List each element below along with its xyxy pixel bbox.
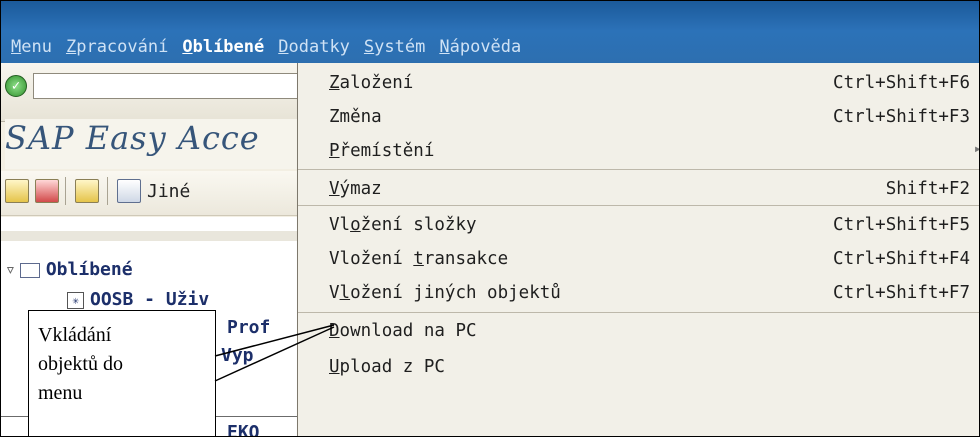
menu-menu[interactable]: Menu	[11, 37, 52, 57]
tree-folder-favorites[interactable]: ▿ Oblíbené	[5, 259, 133, 280]
menu-item-shortcut: Ctrl+Shift+F4	[833, 249, 970, 269]
menu-zpracovani[interactable]: Zpracování	[66, 37, 168, 57]
hierarchy-icon[interactable]	[117, 179, 141, 203]
menu-item-shortcut: Ctrl+Shift+F6	[833, 73, 970, 93]
menu-item-label: Upload z PC	[329, 357, 445, 377]
toolbar-separator	[65, 177, 66, 205]
tree-item-transaction[interactable]: EKO	[227, 422, 260, 436]
tree-item-transaction[interactable]: Vyp	[221, 345, 254, 366]
menu-item-label: Vložení transakce	[329, 249, 509, 269]
tree-folder-label: Oblíbené	[45, 259, 133, 280]
menu-item-label: Změna	[329, 107, 382, 127]
menu-item[interactable]: Vložení složky Ctrl+Shift+F5	[298, 209, 979, 243]
menu-item-shortcut: Ctrl+Shift+F3	[833, 107, 970, 127]
menu-item[interactable]: Download na PC	[298, 315, 979, 349]
menu-item-label: Výmaz	[329, 179, 382, 199]
folder-icon	[19, 262, 40, 278]
menu-item-label: Vložení složky	[329, 215, 477, 235]
menu-item[interactable]: Výmaz Shift+F2	[298, 173, 979, 207]
menu-oblibene[interactable]: Oblíbené	[182, 37, 264, 57]
transaction-icon: ✳	[67, 291, 84, 309]
menu-item[interactable]: Přemístění ▸	[298, 135, 979, 169]
collapse-icon[interactable]: ▿	[5, 259, 16, 280]
callout-line-1: Vkládání	[38, 324, 112, 346]
menu-separator	[298, 169, 979, 170]
page-title: SAP Easy Acce	[5, 119, 305, 169]
tree-header-line	[1, 231, 301, 241]
sap-menu-icon[interactable]	[35, 179, 59, 203]
favorites-menu-dropdown: Založení Ctrl+Shift+F6 Změna Ctrl+Shift+F3 P…	[297, 63, 979, 436]
menu-separator	[298, 205, 979, 206]
callout-line-2: objektů do	[38, 353, 123, 375]
menu-system[interactable]: Systém	[364, 37, 425, 57]
menu-item-shortcut: Ctrl+Shift+F5	[833, 215, 970, 235]
favorites-icon[interactable]	[75, 179, 99, 203]
toolbar-separator	[107, 177, 108, 205]
command-field[interactable]	[33, 73, 312, 100]
other-button-label[interactable]: Jiné	[147, 181, 190, 202]
menu-item[interactable]: Upload z PC	[298, 351, 979, 385]
menu-bar-items: Menu Zpracování Oblíbené Dodatky Systém Nápov…	[11, 37, 521, 57]
callout-line-3: menu	[38, 382, 83, 404]
command-input[interactable]	[34, 74, 312, 100]
menu-item-shortcut: Shift+F2	[885, 179, 970, 199]
menu-item[interactable]: Změna Ctrl+Shift+F3	[298, 101, 979, 135]
menu-item-label: Download na PC	[329, 321, 477, 341]
menu-item-label: Založení	[329, 73, 414, 93]
menu-separator	[298, 312, 979, 313]
menu-bar: Menu Zpracování Oblíbené Dodatky Systém Nápov…	[1, 1, 979, 63]
annotation-callout: Vkládání objektů do menu	[28, 310, 216, 436]
menu-item-label: Vložení jiných objektů	[329, 283, 561, 303]
menu-dodatky[interactable]: Dodatky	[278, 37, 350, 57]
sap-window: Menu Zpracování Oblíbené Dodatky Systém Nápov…	[0, 0, 980, 437]
submenu-arrow-icon: ▸	[974, 141, 979, 157]
menu-item-shortcut: Ctrl+Shift+F7	[833, 283, 970, 303]
menu-item[interactable]: Vložení jiných objektů Ctrl+Shift+F7	[298, 277, 979, 311]
tree-item-transaction[interactable]: Prof	[227, 317, 270, 338]
tree-item-label: OOSB - Uživ	[90, 289, 210, 310]
menu-item[interactable]: Vložení transakce Ctrl+Shift+F4	[298, 243, 979, 277]
menu-napoveda[interactable]: Nápověda	[439, 37, 521, 57]
user-menu-icon[interactable]	[5, 179, 29, 203]
check-icon[interactable]: ✓	[5, 75, 27, 97]
tree-item-transaction[interactable]: ✳ OOSB - Uživ	[67, 289, 209, 310]
menu-item-label: Přemístění	[329, 141, 435, 161]
menu-item[interactable]: Založení Ctrl+Shift+F6	[298, 67, 979, 101]
